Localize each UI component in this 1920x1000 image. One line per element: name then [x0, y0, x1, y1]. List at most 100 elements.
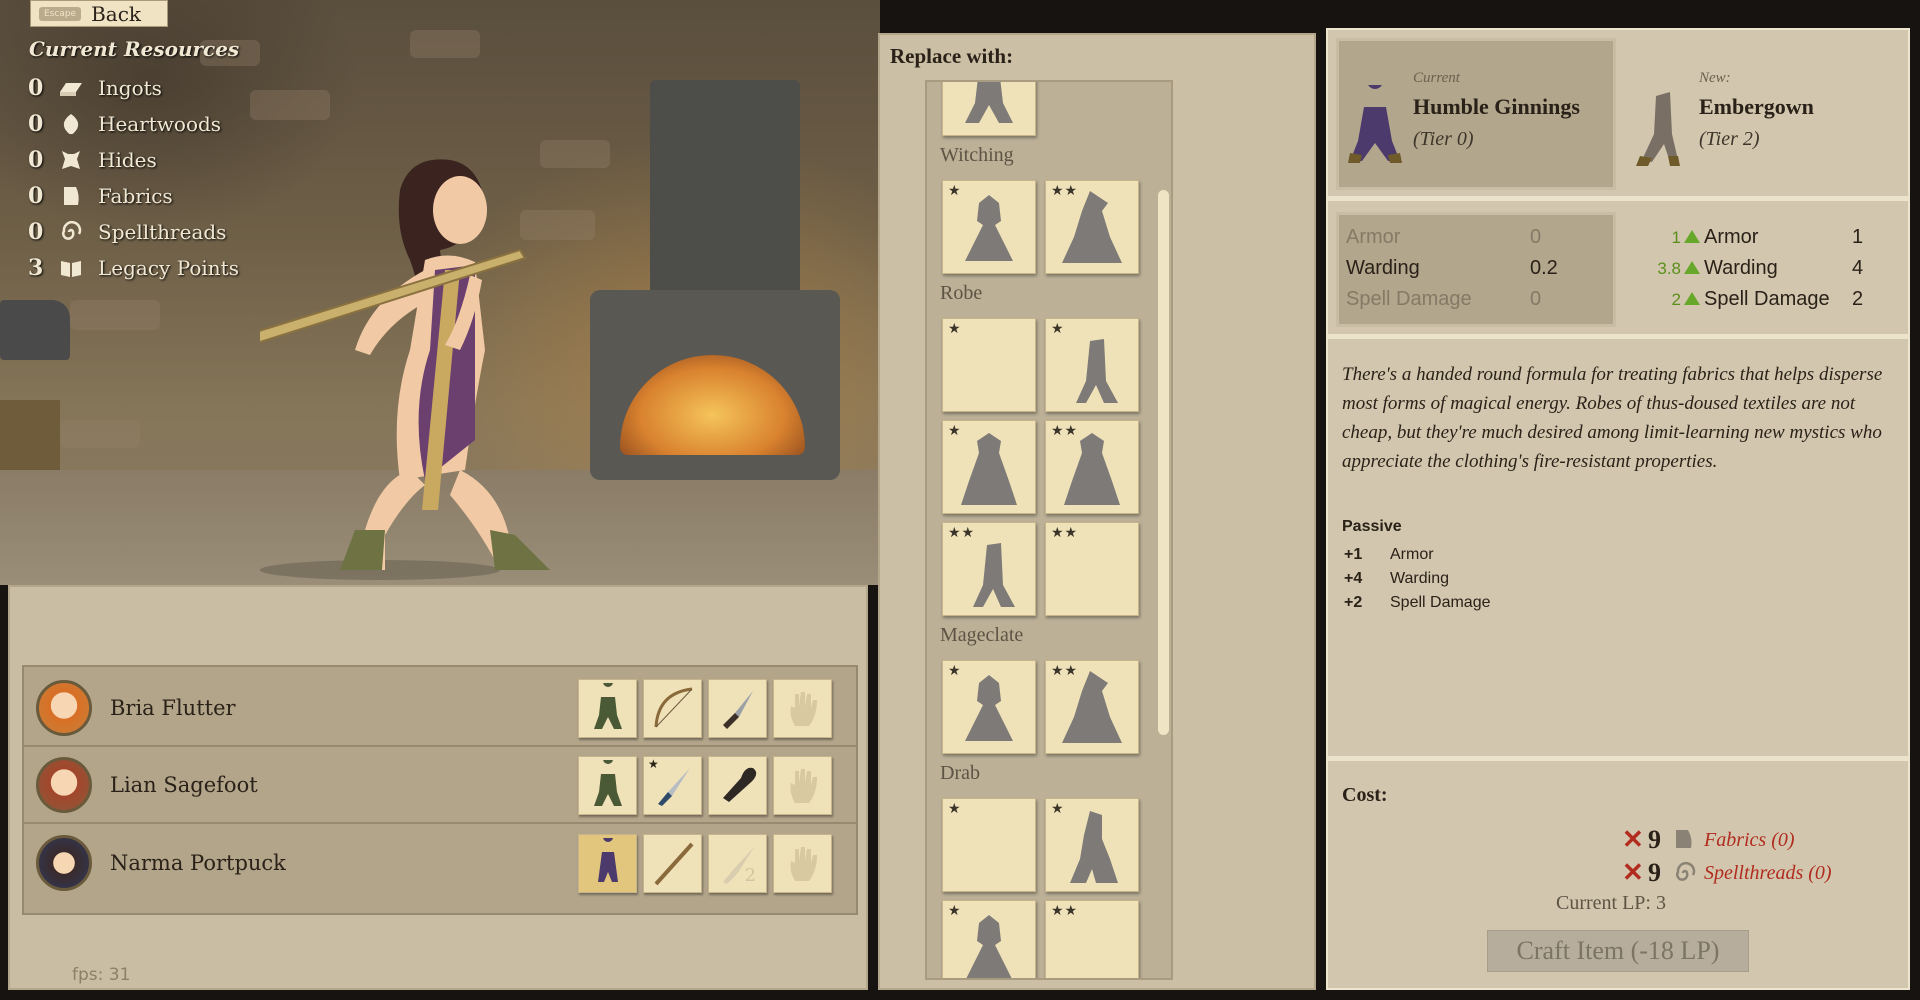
party-member-name: Bria Flutter [110, 696, 236, 720]
resource-count: 0 [28, 147, 44, 173]
stat-value: 4 [1852, 257, 1864, 279]
escape-key-hint: Escape [39, 6, 82, 21]
avatar [36, 835, 92, 891]
gear-option[interactable]: ★ [1045, 318, 1139, 412]
cost-label: Fabrics (0) [1704, 828, 1795, 851]
stat-label: Armor [1704, 226, 1759, 248]
dagger-icon[interactable] [708, 678, 767, 738]
club-icon[interactable] [708, 755, 767, 815]
cost-title: Cost: [1342, 784, 1388, 806]
armor-figure-icon[interactable] [578, 755, 637, 815]
sword-icon[interactable]: ★ [643, 755, 702, 815]
current-item-name: Humble Ginnings [1413, 94, 1580, 119]
current-item-tier: (Tier 0) [1413, 128, 1474, 150]
stat-value: 0 [1530, 288, 1542, 310]
craft-item-button[interactable]: Craft Item (-18 LP) [1487, 930, 1749, 972]
ingot-icon [58, 77, 84, 99]
resource-row-heartwoods: 0 Heartwoods [28, 110, 221, 138]
heartwood-icon [58, 113, 84, 135]
empty-hand-icon[interactable] [773, 833, 832, 893]
replace-title: Replace with: [890, 44, 1014, 68]
spellthread-icon [58, 220, 84, 243]
gear-option[interactable]: ★★ [1045, 180, 1139, 274]
forge-chimney [650, 80, 800, 300]
new-item-tier: (Tier 2) [1699, 128, 1760, 150]
category-label: Drab [940, 762, 980, 784]
equipment-slots: 2 [578, 833, 832, 893]
robe-figure-icon[interactable] [578, 833, 637, 893]
back-button[interactable]: Escape Back [30, 0, 168, 27]
resource-label: Heartwoods [98, 112, 222, 136]
cost-row-spellthreads: ✕ 9 Spellthreads (0) [1622, 858, 1832, 888]
stat-label: Armor [1346, 226, 1401, 248]
stat-label: Warding [1346, 257, 1420, 279]
equipment-slots: ★ [578, 755, 832, 815]
new-stat-row: 3.8 Warding 4 [1636, 257, 1886, 283]
gear-option[interactable]: ★ [942, 180, 1036, 274]
resource-row-legacy-points: 3 Legacy Points [28, 254, 239, 282]
gear-option[interactable]: ★ [942, 318, 1036, 412]
insufficient-mark: ✕ [1622, 858, 1644, 887]
party-member-name: Lian Sagefoot [110, 773, 258, 797]
gear-option[interactable]: ★★ [1045, 660, 1139, 754]
gear-option[interactable] [942, 82, 1036, 136]
resource-count: 3 [28, 255, 44, 281]
resource-count: 0 [28, 111, 44, 137]
gear-option[interactable]: ★★ [1045, 900, 1139, 978]
scrollbar[interactable] [1158, 190, 1169, 735]
current-lp: Current LP: 3 [1556, 892, 1666, 914]
new-item-name: Embergown [1699, 94, 1814, 119]
passive-title: Passive [1342, 518, 1402, 535]
party-member-row[interactable]: Bria Flutter [24, 671, 856, 747]
stat-value: 0.2 [1530, 257, 1558, 279]
bow-icon[interactable] [643, 678, 702, 738]
locked-sword-icon[interactable]: 2 [708, 833, 767, 893]
fps-counter: fps: 31 [72, 965, 131, 985]
passive-value: +1 [1344, 546, 1363, 563]
stat-value: 2 [1852, 288, 1864, 310]
crate [0, 400, 60, 470]
resource-row-ingots: 0 Ingots [28, 74, 162, 102]
category-label: Mageclate [940, 624, 1024, 646]
gear-option[interactable]: ★ [1045, 798, 1139, 892]
star-rating: ★ [948, 801, 962, 817]
new-stat-row: 2 Spell Damage 2 [1636, 288, 1886, 314]
resource-label: Hides [98, 148, 157, 172]
fabric-icon [58, 185, 84, 207]
empty-hand-icon[interactable] [773, 755, 832, 815]
passive-value: +2 [1344, 594, 1363, 611]
gear-option[interactable]: ★ [942, 900, 1036, 978]
book-icon [58, 257, 84, 279]
resource-count: 0 [28, 219, 44, 245]
star-icon: ★ [648, 756, 659, 771]
new-robe-icon [1636, 92, 1680, 166]
current-label: Current [1413, 70, 1460, 86]
resource-label: Fabrics [98, 184, 173, 208]
resource-row-fabrics: 0 Fabrics [28, 182, 173, 210]
gear-option[interactable]: ★★ [942, 522, 1036, 616]
party-list: Bria Flutter Lian Sagefoot ★ Narma Portp… [22, 665, 858, 915]
gear-option[interactable]: ★★ [1045, 522, 1139, 616]
party-member-row[interactable]: Lian Sagefoot ★ [24, 748, 856, 824]
wall-brick [410, 30, 480, 58]
cost-row-fabrics: ✕ 9 Fabrics (0) [1622, 825, 1795, 855]
replacement-list[interactable]: Witching ★ ★★ Robe ★ ★ ★ ★★ ★★ ★★ Magecl… [925, 80, 1173, 980]
gear-option[interactable]: ★ [942, 420, 1036, 514]
party-member-row[interactable]: Narma Portpuck 2 [24, 825, 856, 901]
resource-row-spellthreads: 0 Spellthreads [28, 218, 226, 246]
gear-option[interactable]: ★★ [1045, 420, 1139, 514]
passive-value: +4 [1344, 570, 1363, 587]
hide-icon [58, 149, 84, 171]
empty-hand-icon[interactable] [773, 678, 832, 738]
staff-icon[interactable] [643, 833, 702, 893]
gear-option[interactable]: ★ [942, 660, 1036, 754]
avatar [36, 680, 92, 736]
armor-figure-icon[interactable] [578, 678, 637, 738]
increase-arrow-icon [1684, 230, 1700, 243]
star-rating: ★★ [1051, 525, 1079, 541]
fabric-icon [1672, 827, 1698, 853]
increase-arrow-icon [1684, 292, 1700, 305]
avatar [36, 757, 92, 813]
gear-option[interactable]: ★ [942, 798, 1036, 892]
wall-brick [250, 90, 330, 120]
